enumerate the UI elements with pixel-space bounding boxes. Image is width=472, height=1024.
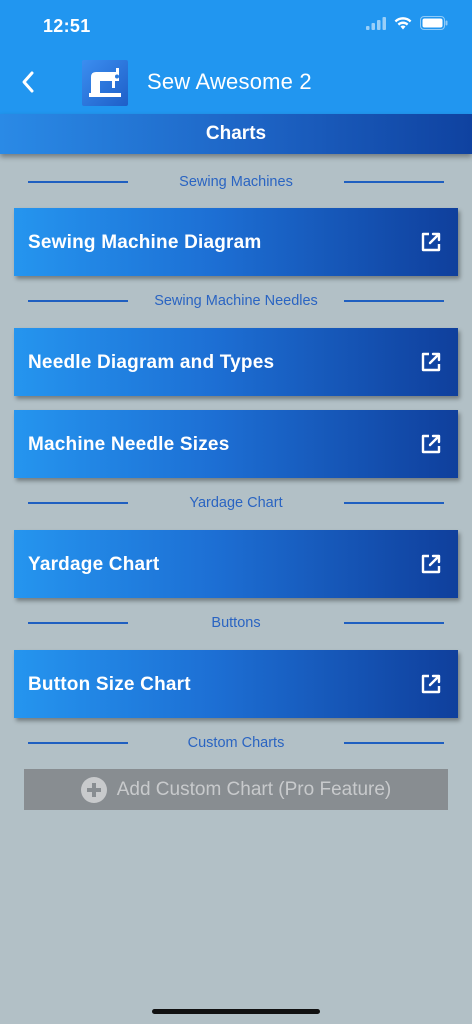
chart-button-label: Yardage Chart (28, 554, 160, 575)
divider-line (344, 502, 444, 504)
status-time: 12:51 (43, 16, 91, 36)
chart-button-yardage-chart[interactable]: Yardage Chart (14, 530, 458, 598)
chart-button-needle-diagram-and-types[interactable]: Needle Diagram and Types (14, 328, 458, 396)
chart-button-label: Machine Needle Sizes (28, 434, 230, 455)
open-external-icon (421, 434, 441, 454)
status-icons (366, 16, 448, 30)
chart-button-button-size-chart[interactable]: Button Size Chart (14, 650, 458, 718)
add-custom-chart-label: Add Custom Chart (Pro Feature) (116, 778, 392, 800)
open-external-icon (421, 232, 441, 252)
chevron-left-icon (22, 71, 34, 93)
add-custom-chart-button[interactable]: Add Custom Chart (Pro Feature) (24, 769, 448, 810)
plus-circle-icon (80, 776, 107, 803)
section-header-custom-charts: Custom Charts (0, 731, 472, 755)
app-title: Sew Awesome 2 (147, 69, 312, 94)
open-external-icon (421, 554, 441, 574)
divider-line (344, 742, 444, 744)
section-header-sewing-machines: Sewing Machines (0, 170, 472, 194)
section-header-buttons: Buttons (0, 611, 472, 635)
section-header-sewing-machine-needles: Sewing Machine Needles (0, 289, 472, 313)
status-bar: 12:51 (0, 0, 472, 52)
chart-button-label: Button Size Chart (28, 674, 191, 695)
chart-button-sewing-machine-diagram[interactable]: Sewing Machine Diagram (14, 208, 458, 276)
sewing-machine-icon (89, 68, 121, 97)
signal-icon (366, 17, 386, 30)
section-header-yardage-chart: Yardage Chart (0, 491, 472, 515)
chart-button-label: Needle Diagram and Types (28, 352, 275, 373)
top-bar: 12:51 Sew Awesome 2 (0, 0, 472, 114)
wifi-icon (394, 17, 412, 30)
battery-icon (420, 16, 448, 30)
home-indicator[interactable] (152, 1009, 320, 1014)
chart-button-label: Sewing Machine Diagram (28, 232, 262, 253)
divider-line (344, 181, 444, 183)
back-button[interactable] (12, 64, 44, 100)
page-title: Charts (0, 114, 472, 154)
divider-line (344, 622, 444, 624)
divider-line (344, 300, 444, 302)
open-external-icon (421, 674, 441, 694)
nav-bar: Sew Awesome 2 (0, 52, 472, 114)
chart-button-machine-needle-sizes[interactable]: Machine Needle Sizes (14, 410, 458, 478)
app-logo (82, 60, 128, 106)
open-external-icon (421, 352, 441, 372)
